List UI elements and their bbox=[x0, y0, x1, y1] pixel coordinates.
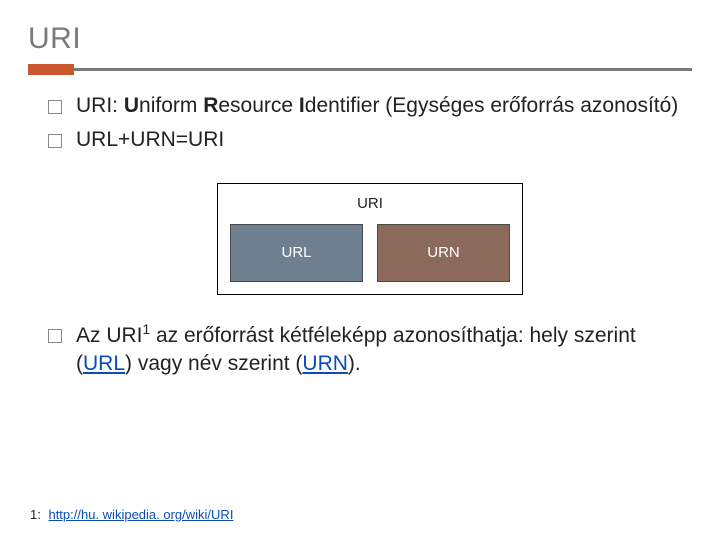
diagram-boxes: URL URN bbox=[230, 224, 510, 282]
bullet-marker-icon bbox=[48, 134, 62, 148]
text-span: ) vagy név szerint ( bbox=[125, 352, 302, 375]
bold-letter: U bbox=[124, 94, 139, 117]
uri-diagram: URI URL URN bbox=[217, 183, 523, 295]
slide-title: URI bbox=[28, 22, 692, 56]
footnote-link[interactable]: http://hu. wikipedia. org/wiki/URI bbox=[48, 507, 233, 522]
bullet-1: URI: Uniform Resource Identifier (Egység… bbox=[48, 92, 692, 120]
text-span: URI: bbox=[76, 94, 124, 117]
title-rule bbox=[28, 66, 692, 74]
text-span: esource bbox=[218, 94, 299, 117]
rule-accent bbox=[28, 64, 74, 75]
bold-letter: R bbox=[203, 94, 218, 117]
text-span: Az URI bbox=[76, 324, 143, 347]
bullet-2-text: URL+URN=URI bbox=[76, 126, 692, 154]
text-span: ). bbox=[348, 352, 361, 375]
footnote: 1: http://hu. wikipedia. org/wiki/URI bbox=[30, 507, 233, 522]
bullet-marker-icon bbox=[48, 100, 62, 114]
text-span: dentifier (Egységes erőforrás azonosító) bbox=[305, 94, 679, 117]
content-area: URI: Uniform Resource Identifier (Egység… bbox=[28, 92, 692, 379]
slide: URI URI: Uniform Resource Identifier (Eg… bbox=[0, 0, 720, 540]
rule-line bbox=[28, 68, 692, 71]
footnote-number: 1: bbox=[30, 507, 41, 522]
diagram-url-box: URL bbox=[230, 224, 363, 282]
bullet-marker-icon bbox=[48, 329, 62, 343]
bullet-3: Az URI1 az erőforrást kétféleképp azonos… bbox=[48, 321, 692, 379]
diagram-outer-label: URI bbox=[230, 194, 510, 214]
bullet-1-text: URI: Uniform Resource Identifier (Egység… bbox=[76, 92, 692, 120]
text-span: niform bbox=[139, 94, 203, 117]
url-link[interactable]: URL bbox=[83, 352, 125, 375]
diagram-urn-box: URN bbox=[377, 224, 510, 282]
superscript: 1 bbox=[143, 322, 151, 337]
bullet-2: URL+URN=URI bbox=[48, 126, 692, 154]
bullet-3-text: Az URI1 az erőforrást kétféleképp azonos… bbox=[76, 321, 692, 379]
urn-link[interactable]: URN bbox=[302, 352, 348, 375]
